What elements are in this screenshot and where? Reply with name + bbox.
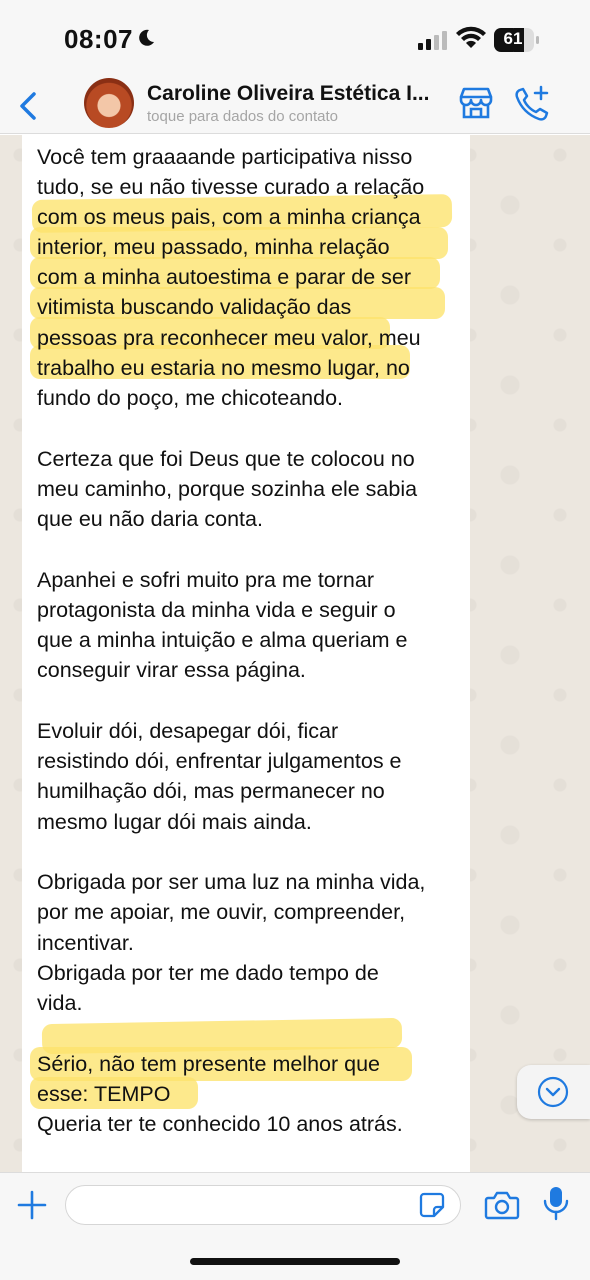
message-line: Queria ter te conhecido 10 anos atrás.: [37, 1112, 403, 1136]
message-line: protagonista da minha vida e seguir o: [37, 598, 396, 622]
battery-level: 61: [503, 29, 523, 48]
message-line: vitimista buscando validação das: [37, 295, 352, 319]
status-time: 08:07: [64, 24, 133, 54]
chat-area[interactable]: Você tem graaaande participativa nisso t…: [0, 135, 590, 1172]
contact-avatar[interactable]: [84, 78, 134, 128]
message-line: resistindo dói, enfrentar julgamentos e: [37, 749, 402, 773]
add-call-icon[interactable]: [512, 84, 552, 124]
message-line: Você tem graaaande participativa nisso: [37, 145, 413, 169]
chevron-down-icon: [537, 1076, 569, 1108]
message-line: mesmo lugar dói mais ainda.: [37, 810, 312, 834]
message-line: com a minha autoestima e parar de ser: [37, 265, 412, 289]
message-line: humilhação dói, mas permanecer no: [37, 779, 385, 803]
status-bar: 08:07 61: [0, 0, 590, 78]
signal-icon: [418, 31, 447, 50]
message-line: fundo do poço, me chicoteando.: [37, 386, 343, 410]
scroll-down-button[interactable]: [517, 1065, 590, 1119]
message-line: Certeza que foi Deus que te colocou no: [37, 447, 415, 471]
message-line: por me apoiar, me ouvir, compreender,: [37, 900, 406, 924]
message-line: que eu não daria conta.: [37, 507, 263, 531]
plus-icon[interactable]: [16, 1189, 48, 1221]
home-indicator: [190, 1258, 400, 1265]
contact-name[interactable]: Caroline Oliveira Estética I...: [147, 82, 439, 106]
message-line: conseguir virar essa página.: [37, 658, 306, 682]
store-icon[interactable]: [458, 86, 494, 120]
contact-subtitle[interactable]: toque para dados do contato: [147, 108, 338, 125]
message-line: Obrigada por ser uma luz na minha vida,: [37, 870, 426, 894]
message-line: vida.: [37, 991, 83, 1015]
sticker-icon[interactable]: [418, 1191, 446, 1219]
message-line: que a minha intuição e alma queriam e: [37, 628, 408, 652]
message-line: trabalho eu estaria no mesmo lugar, no: [37, 356, 410, 380]
message-bubble[interactable]: Você tem graaaande participativa nisso t…: [22, 135, 470, 1172]
message-line: interior, meu passado, minha relação: [37, 235, 390, 259]
message-line: Sério, não tem presente melhor que: [37, 1052, 381, 1076]
camera-icon[interactable]: [484, 1189, 520, 1221]
message-line: Evoluir dói, desapegar dói, ficar: [37, 719, 339, 743]
message-line: esse: TEMPO: [37, 1082, 171, 1106]
message-line: pessoas pra reconhecer meu valor, meu: [37, 326, 421, 350]
message-input[interactable]: [65, 1185, 461, 1225]
back-button[interactable]: [14, 86, 44, 126]
wifi-icon: [456, 26, 486, 48]
moon-icon: [139, 29, 154, 46]
message-line: com os meus pais, com a minha criança: [37, 205, 421, 229]
chat-header: Caroline Oliveira Estética I... toque pa…: [0, 78, 590, 134]
message-line: meu caminho, porque sozinha ele sabia: [37, 477, 418, 501]
microphone-icon[interactable]: [542, 1185, 570, 1223]
message-line: tudo, se eu não tivesse curado a relação: [37, 175, 425, 199]
message-line: Obrigada por ter me dado tempo de: [37, 961, 379, 985]
message-line: Apanhei e sofri muito pra me tornar: [37, 568, 374, 592]
message-line: incentivar.: [37, 931, 134, 955]
